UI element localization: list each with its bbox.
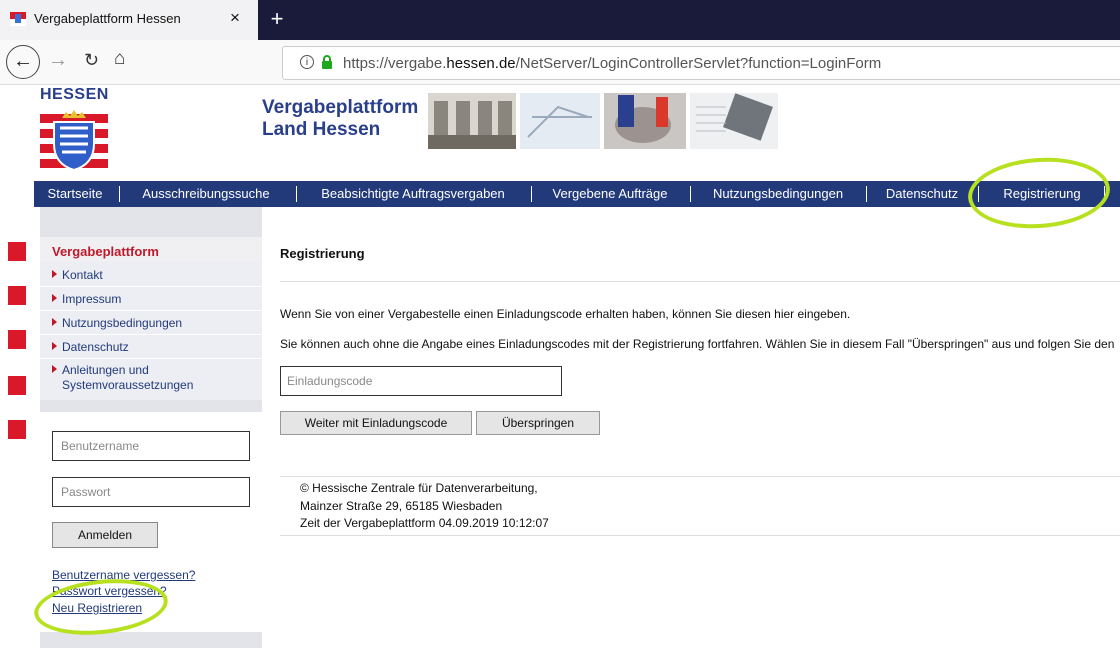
divider	[40, 286, 262, 287]
decorative-square	[8, 242, 26, 261]
url-text: https://vergabe.hessen.de/NetServer/Logi…	[343, 55, 881, 72]
sidebar-heading[interactable]: Vergabeplattform	[52, 244, 159, 259]
continue-with-code-button[interactable]: Weiter mit Einladungscode	[280, 411, 472, 435]
sidebar-link-kontakt[interactable]: Kontakt	[52, 268, 103, 282]
divider	[40, 358, 262, 359]
banner-image	[428, 87, 780, 153]
lock-icon	[322, 55, 332, 69]
divider	[40, 334, 262, 335]
footer-address: Mainzer Straße 29, 65185 Wiesbaden	[300, 499, 503, 513]
sidebar-link-nutzungsbedingungen[interactable]: Nutzungsbedingungen	[52, 316, 182, 330]
sidebar-band	[40, 400, 262, 412]
decorative-square	[8, 330, 26, 349]
reload-button[interactable]: ↻	[84, 50, 99, 71]
nav-beabsichtigte-auftragsvergaben[interactable]: Beabsichtigte Auftragsvergaben	[300, 181, 526, 207]
highlight-ring-registrierung	[965, 153, 1113, 233]
site-info-icon[interactable]: i	[300, 55, 314, 69]
nav-separator	[866, 186, 867, 202]
back-button[interactable]: ←	[6, 45, 40, 79]
state-name: HESSEN	[40, 86, 109, 103]
home-button[interactable]: ⌂	[114, 48, 125, 70]
platform-title: Vergabeplattform Land Hessen	[262, 97, 418, 141]
url-prefix: https://vergabe.	[343, 55, 447, 72]
new-tab-button[interactable]: +	[262, 4, 292, 34]
sidebar-top-band	[40, 207, 262, 237]
sidebar-link-label: Anleitungen und	[62, 363, 149, 377]
nav-ausschreibungssuche[interactable]: Ausschreibungssuche	[122, 181, 290, 207]
sidebar-link-datenschutz[interactable]: Datenschutz	[52, 340, 129, 354]
divider	[280, 281, 1120, 282]
sidebar-link-anleitungen-line2[interactable]: Systemvoraussetzungen	[62, 378, 193, 392]
nav-nutzungsbedingungen[interactable]: Nutzungsbedingungen	[694, 181, 862, 207]
nav-separator	[296, 186, 297, 202]
tab-close-icon[interactable]: ×	[230, 8, 240, 28]
sidebar-link-label: Impressum	[62, 292, 122, 306]
url-path: /NetServer/LoginControllerServlet?functi…	[515, 55, 882, 72]
login-button[interactable]: Anmelden	[52, 522, 158, 548]
footer-copyright: © Hessische Zentrale für Datenverarbeitu…	[300, 481, 538, 495]
arrow-right-icon	[52, 294, 57, 302]
decorative-square	[8, 420, 26, 439]
platform-title-line2: Land Hessen	[262, 119, 381, 140]
sidebar-link-label: Datenschutz	[62, 340, 129, 354]
nav-separator	[119, 186, 120, 202]
invitation-code-input[interactable]: Einladungscode	[280, 366, 562, 396]
username-input[interactable]: Benutzername	[52, 431, 250, 461]
arrow-right-icon	[52, 342, 57, 350]
sidebar-link-label: Nutzungsbedingungen	[62, 316, 183, 330]
nav-separator	[690, 186, 691, 202]
nav-vergebene-auftraege[interactable]: Vergebene Aufträge	[534, 181, 686, 207]
nav-datenschutz[interactable]: Datenschutz	[870, 181, 974, 207]
arrow-right-icon	[52, 318, 57, 326]
sidebar-bottom-band	[40, 632, 262, 648]
password-input[interactable]: Passwort	[52, 477, 250, 507]
tab-title: Vergabeplattform Hessen	[34, 11, 181, 26]
platform-title-line1: Vergabeplattform	[262, 97, 419, 118]
sidebar-link-label: Kontakt	[62, 268, 103, 282]
decorative-square	[8, 286, 26, 305]
divider	[40, 310, 262, 311]
page-title: Registrierung	[280, 246, 365, 261]
nav-separator	[531, 186, 532, 202]
sidebar-link-impressum[interactable]: Impressum	[52, 292, 121, 306]
arrow-right-icon	[52, 270, 57, 278]
forward-button[interactable]: →	[48, 49, 68, 72]
nav-startseite[interactable]: Startseite	[34, 181, 116, 207]
skip-info-text: Sie können auch ohne die Angabe eines Ei…	[280, 337, 1115, 351]
url-domain: hessen.de	[446, 55, 516, 72]
decorative-square	[8, 376, 26, 395]
arrow-right-icon	[52, 365, 57, 373]
coat-of-arms-logo[interactable]	[40, 106, 108, 176]
hessen-flag-icon	[10, 12, 26, 26]
footer-timestamp: Zeit der Vergabeplattform 04.09.2019 10:…	[300, 516, 549, 530]
skip-button[interactable]: Überspringen	[476, 411, 600, 435]
sidebar-link-anleitungen[interactable]: Anleitungen und	[52, 363, 149, 377]
intro-text: Wenn Sie von einer Vergabestelle einen E…	[280, 307, 851, 321]
